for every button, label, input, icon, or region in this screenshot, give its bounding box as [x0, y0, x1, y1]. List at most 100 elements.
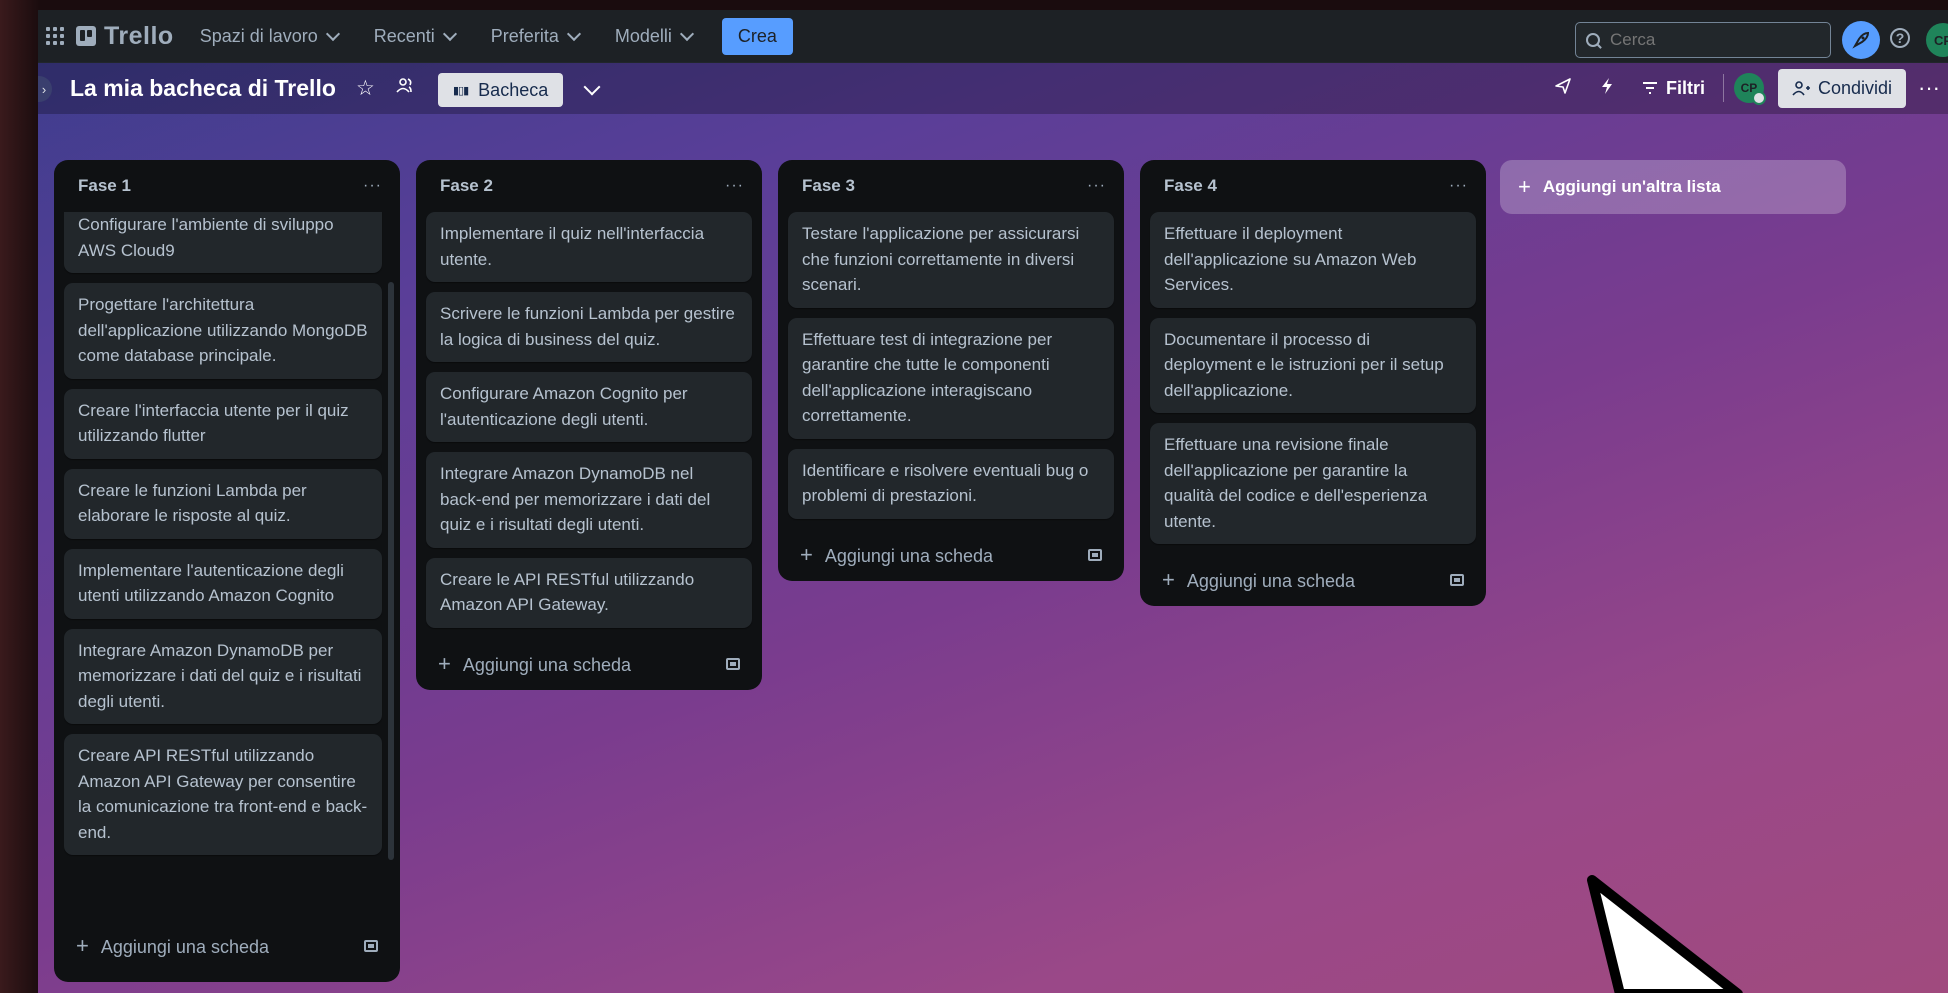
chevron-down-icon [325, 26, 340, 42]
card-template-icon[interactable] [1450, 574, 1464, 586]
menu-templates[interactable]: Modelli [615, 26, 694, 47]
card[interactable]: Effettuare una revisione finale dell'app… [1150, 423, 1476, 544]
board-header: › La mia bacheca di Trello ☆ ▮▯▮ Bacheca… [38, 62, 1948, 114]
trello-logo[interactable]: Trello [76, 22, 174, 51]
card-template-icon[interactable] [726, 657, 740, 670]
add-card-button[interactable]: + Aggiungi una scheda [1150, 554, 1476, 606]
card[interactable]: Progettare l'architettura dell'applicazi… [64, 283, 382, 379]
card[interactable]: Effettuare test di integrazione per gara… [788, 317, 1114, 439]
menu-label: Recenti [373, 25, 435, 46]
add-card-button[interactable]: + Aggiungi una scheda [64, 920, 390, 972]
board-view-label: Bacheca [478, 79, 549, 100]
list-menu-icon[interactable]: ··· [363, 177, 382, 195]
add-list-button[interactable]: + Aggiungi un'altra lista [1500, 160, 1846, 214]
list-title[interactable]: Fase 2 [440, 176, 493, 196]
add-list-label: Aggiungi un'altra lista [1542, 177, 1721, 196]
create-button[interactable]: Crea [721, 17, 793, 55]
list-menu-icon[interactable]: ··· [1449, 177, 1468, 195]
app-switcher-icon[interactable] [38, 27, 72, 45]
share-button[interactable]: Condividi [1777, 68, 1906, 108]
board-view-icon: ▮▯▮ [453, 84, 469, 97]
card-template-icon[interactable] [1088, 548, 1102, 561]
chevron-down-icon[interactable] [583, 78, 601, 96]
plus-icon: + [76, 933, 89, 958]
power-ups-icon[interactable] [1554, 77, 1572, 100]
board-member-avatar[interactable]: CP [1733, 73, 1766, 105]
card[interactable]: Documentare il processo di deployment e … [1150, 317, 1476, 413]
card[interactable]: Creare le API RESTful utilizzando Amazon… [426, 557, 752, 628]
card[interactable]: Configurare l'ambiente di sviluppo AWS C… [64, 212, 382, 273]
list-header[interactable]: Fase 3 ··· [788, 160, 1114, 212]
list-cards[interactable]: Configurare l'ambiente di sviluppo AWS C… [64, 212, 396, 920]
card[interactable]: Implementare l'autenticazione degli uten… [64, 548, 382, 619]
chevron-down-icon [566, 26, 581, 42]
card[interactable]: Integrare Amazon DynamoDB nel back-end p… [426, 452, 752, 548]
list-header[interactable]: Fase 1 ··· [64, 160, 390, 212]
nav-menus: Spazi di lavoro Recenti Preferita Modell… [199, 25, 694, 47]
menu-starred[interactable]: Preferita [491, 26, 581, 47]
card[interactable]: Creare l'interfaccia utente per il quiz … [64, 388, 382, 459]
plus-icon: + [438, 650, 451, 676]
list-title[interactable]: Fase 3 [802, 176, 855, 196]
list-header[interactable]: Fase 4 ··· [1150, 160, 1476, 212]
list-cards: Testare l'applicazione per assicurarsi c… [788, 212, 1114, 519]
chevron-down-icon [679, 26, 694, 42]
list-cards: Implementare il quiz nell'interfaccia ut… [426, 212, 752, 628]
card[interactable]: Testare l'applicazione per assicurarsi c… [788, 212, 1114, 308]
star-icon[interactable]: ☆ [356, 76, 375, 101]
menu-workspaces[interactable]: Spazi di lavoro [199, 25, 340, 47]
filters-label: Filtri [1665, 77, 1705, 98]
board-view-button[interactable]: ▮▯▮ Bacheca [438, 73, 564, 107]
card-template-icon[interactable] [364, 940, 378, 952]
menu-recent[interactable]: Recenti [373, 25, 457, 47]
plus-icon: + [1518, 174, 1531, 199]
top-navigation: Trello Spazi di lavoro Recenti Preferita… [38, 10, 1948, 63]
board-menu-icon[interactable]: ··· [1918, 75, 1948, 101]
add-person-icon [1792, 81, 1810, 96]
help-icon[interactable]: ? [1890, 28, 1910, 48]
filters-button[interactable]: Filtri [1642, 78, 1705, 99]
logo-text: Trello [104, 21, 174, 50]
card[interactable]: Configurare Amazon Cognito per l'autenti… [426, 372, 752, 442]
divider [1722, 74, 1724, 102]
card[interactable]: Identificare e risolvere eventuali bug o… [788, 448, 1114, 519]
rocket-icon[interactable] [1842, 21, 1880, 59]
search-box[interactable] [1575, 22, 1831, 58]
card[interactable]: Effettuare il deployment dell'applicazio… [1150, 212, 1476, 308]
share-label: Condividi [1817, 77, 1892, 98]
list-fase-2: Fase 2 ··· Implementare il quiz nell'int… [416, 160, 762, 690]
plus-icon: + [1162, 567, 1175, 592]
list-cards: Effettuare il deployment dell'applicazio… [1150, 212, 1476, 544]
add-card-button[interactable]: + Aggiungi una scheda [426, 638, 752, 690]
search-input[interactable] [1608, 29, 1812, 51]
filter-icon [1642, 82, 1657, 94]
search-icon [1586, 33, 1600, 47]
card[interactable]: Integrare Amazon DynamoDB per memorizzar… [64, 628, 382, 724]
list-title[interactable]: Fase 1 [78, 176, 131, 196]
board-title[interactable]: La mia bacheca di Trello [70, 75, 336, 102]
add-card-button[interactable]: + Aggiungi una scheda [788, 529, 1114, 581]
card[interactable]: Creare le funzioni Lambda per elaborare … [64, 468, 382, 539]
list-fase-3: Fase 3 ··· Testare l'applicazione per as… [778, 160, 1124, 581]
card[interactable]: Creare API RESTful utilizzando Amazon AP… [64, 734, 382, 855]
sidebar-expand-icon[interactable]: › [38, 76, 52, 102]
visibility-icon[interactable] [396, 76, 414, 100]
trello-window: Trello Spazi di lavoro Recenti Preferita… [38, 10, 1948, 993]
send-glyph [1555, 77, 1571, 94]
list-menu-icon[interactable]: ··· [725, 177, 744, 195]
automation-icon[interactable] [1600, 77, 1614, 100]
list-title[interactable]: Fase 4 [1164, 176, 1217, 196]
menu-label: Spazi di lavoro [199, 25, 318, 46]
card[interactable]: Scrivere le funzioni Lambda per gestire … [426, 292, 752, 362]
avatar[interactable]: CP [1926, 23, 1948, 57]
add-card-label: Aggiungi una scheda [824, 545, 993, 566]
rocket-glyph [1852, 31, 1870, 49]
list-menu-icon[interactable]: ··· [1087, 177, 1106, 195]
lightning-glyph [1601, 77, 1612, 94]
add-card-label: Aggiungi una scheda [462, 654, 631, 675]
trello-logo-icon [76, 26, 96, 46]
card[interactable]: Implementare il quiz nell'interfaccia ut… [426, 212, 752, 282]
mouse-cursor-icon [1587, 875, 1743, 993]
list-scrollbar[interactable] [388, 282, 394, 860]
list-header[interactable]: Fase 2 ··· [426, 160, 752, 212]
